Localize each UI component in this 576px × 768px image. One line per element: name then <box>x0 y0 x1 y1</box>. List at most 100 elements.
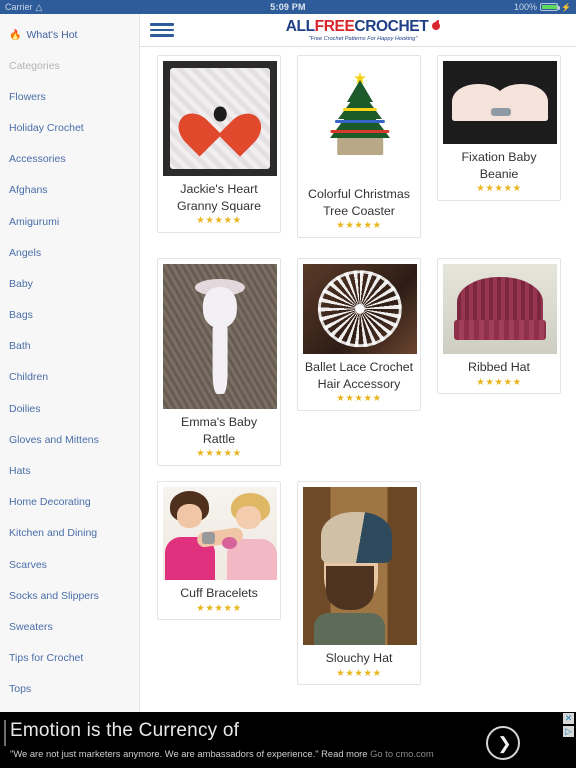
sidebar-item-doilies[interactable]: Doilies <box>0 393 139 424</box>
status-bar: Carrier △ 5:09 PM 100% ⚡ <box>0 0 576 14</box>
red-apple-dot-icon <box>432 21 441 30</box>
ad-banner[interactable]: Emotion is the Currency of "We are not j… <box>0 712 576 768</box>
flame-icon: 🔥 <box>9 29 22 41</box>
app-header: ALLFREECROCHET "Free Crochet Patterns Fo… <box>140 14 576 47</box>
sidebar-item-label: Holiday Crochet <box>9 121 84 134</box>
sidebar-item-label: Sweaters <box>9 620 53 633</box>
sidebar-item-accessories[interactable]: Accessories <box>0 144 139 175</box>
pattern-image[interactable] <box>163 487 277 580</box>
sidebar-item-holiday-crochet[interactable]: Holiday Crochet <box>0 112 139 143</box>
pattern-image[interactable] <box>303 61 417 181</box>
site-logo[interactable]: ALLFREECROCHET "Free Crochet Patterns Fo… <box>184 17 542 42</box>
sidebar-item-label: Bags <box>9 309 33 322</box>
sidebar-item-kitchen-and-dining[interactable]: Kitchen and Dining <box>0 518 139 549</box>
ad-subtitle: "We are not just marketers anymore. We a… <box>10 748 434 759</box>
sidebar-item-children[interactable]: Children <box>0 362 139 393</box>
ad-accent-bar <box>4 720 6 746</box>
status-bar-right: 100% ⚡ <box>306 2 571 12</box>
sidebar-item-label: Accessories <box>9 153 66 166</box>
pattern-image[interactable] <box>443 61 557 144</box>
pattern-grid-scroll-area[interactable]: Jackie's Heart Granny Square ★★★★★ Colorfu… <box>140 47 576 712</box>
sidebar-item-amigurumi[interactable]: Amigurumi <box>0 206 139 237</box>
sidebar-item-tops[interactable]: Tops <box>0 674 139 705</box>
sidebar-item-gloves-and-mittens[interactable]: Gloves and Mittens <box>0 424 139 455</box>
pattern-card[interactable]: Slouchy Hat ★★★★★ <box>297 481 421 685</box>
pattern-title: Colorful Christmas Tree Coaster <box>308 187 410 218</box>
sidebar-item-bags[interactable]: Bags <box>0 300 139 331</box>
chevron-right-circle-icon[interactable]: ❯ <box>486 726 520 760</box>
rating-stars: ★★★★★ <box>196 602 242 614</box>
sidebar-item-hats[interactable]: Hats <box>0 455 139 486</box>
sidebar-item-socks-and-slippers[interactable]: Socks and Slippers <box>0 580 139 611</box>
sidebar-item-label: What's Hot <box>26 29 78 41</box>
pattern-title: Ballet Lace Crochet Hair Accessory <box>304 360 414 391</box>
pattern-title: Jackie's Heart Granny Square <box>176 182 262 213</box>
rating-stars: ★★★★★ <box>336 393 382 404</box>
pattern-title: Slouchy Hat <box>325 651 393 665</box>
sidebar-item-label: Bath <box>9 340 31 353</box>
pattern-image[interactable] <box>163 264 277 409</box>
sidebar-item-label: Kitchen and Dining <box>9 527 98 540</box>
sidebar-item-label: Gloves and Mittens <box>9 433 99 446</box>
pattern-card[interactable]: Ballet Lace Crochet Hair Accessory ★★★★★ <box>297 258 421 411</box>
sidebar-item-sweaters[interactable]: Sweaters <box>0 611 139 642</box>
logo-part-all: ALL <box>285 17 315 35</box>
rating-stars: ★★★★★ <box>336 220 382 231</box>
sidebar-item-label: Afghans <box>9 184 48 197</box>
sidebar-item-label: Angels <box>9 246 42 259</box>
charging-bolt-icon: ⚡ <box>561 2 572 12</box>
pattern-image[interactable] <box>303 264 417 354</box>
sidebar-item-afghans[interactable]: Afghans <box>0 175 139 206</box>
pattern-title: Ribbed Hat <box>468 360 530 374</box>
sidebar-item-label: Scarves <box>9 558 47 571</box>
status-bar-left: Carrier △ <box>5 2 270 12</box>
pattern-image[interactable] <box>303 487 417 645</box>
wifi-icon: △ <box>35 1 43 12</box>
sidebar-item-home-decorating[interactable]: Home Decorating <box>0 487 139 518</box>
sidebar-item-label: Doilies <box>9 402 41 415</box>
sidebar-item-label: Hats <box>9 465 31 478</box>
hamburger-menu-icon[interactable] <box>150 23 184 37</box>
pattern-card[interactable]: Jackie's Heart Granny Square ★★★★★ <box>157 55 281 233</box>
sidebar[interactable]: 🔥 What's Hot Categories Flowers Holiday C… <box>0 14 140 712</box>
adchoices-icon[interactable]: ▷ <box>563 726 574 737</box>
sidebar-item-label: Home Decorating <box>9 496 91 509</box>
sidebar-item-bath[interactable]: Bath <box>0 331 139 362</box>
sidebar-item-angels[interactable]: Angels <box>0 237 139 268</box>
sidebar-item-list: Flowers Holiday Crochet Accessories Afghans… <box>0 81 139 705</box>
pattern-card[interactable]: Ribbed Hat ★★★★★ <box>437 258 561 394</box>
pattern-title: Emma's Baby Rattle <box>180 415 258 446</box>
sidebar-item-scarves[interactable]: Scarves <box>0 549 139 580</box>
rating-stars: ★★★★★ <box>196 215 242 226</box>
sidebar-item-label: Tips for Crochet <box>9 652 84 665</box>
close-icon[interactable]: ✕ <box>563 713 574 724</box>
pattern-title: Cuff Bracelets <box>180 586 258 600</box>
sidebar-item-baby[interactable]: Baby <box>0 268 139 299</box>
carrier-label: Carrier <box>5 2 33 12</box>
ad-link-text[interactable]: Go to cmo.com <box>370 748 434 759</box>
rating-stars: ★★★★★ <box>476 376 522 388</box>
pattern-card[interactable]: Fixation Baby Beanie ★★★★★ <box>437 55 561 201</box>
sidebar-item-label: Tops <box>9 683 32 696</box>
logo-part-crochet: CROCHET <box>354 17 429 35</box>
logo-part-free: FREE <box>314 17 355 35</box>
pattern-image[interactable] <box>163 61 277 176</box>
rating-stars: ★★★★★ <box>196 448 242 459</box>
sidebar-item-whats-hot[interactable]: 🔥 What's Hot <box>0 20 139 50</box>
battery-full-icon <box>540 3 561 11</box>
pattern-card[interactable]: Emma's Baby Rattle ★★★★★ <box>157 258 281 466</box>
logo-wordmark: ALLFREECROCHET <box>285 17 441 35</box>
sidebar-categories-heading: Categories <box>9 59 60 72</box>
pattern-card[interactable]: Cuff Bracelets ★★★★★ <box>157 481 281 620</box>
rating-stars: ★★★★★ <box>476 183 522 194</box>
sidebar-item-flowers[interactable]: Flowers <box>0 81 139 112</box>
status-bar-time: 5:09 PM <box>270 2 306 12</box>
sidebar-item-tips-for-crochet[interactable]: Tips for Crochet <box>0 643 139 674</box>
ad-title: Emotion is the Currency of <box>10 720 240 741</box>
sidebar-item-label: Children <box>9 371 49 384</box>
pattern-title: Fixation Baby Beanie <box>461 150 537 181</box>
pattern-card[interactable]: Colorful Christmas Tree Coaster ★★★★★ <box>297 55 421 238</box>
rating-stars: ★★★★★ <box>336 667 382 679</box>
pattern-image[interactable] <box>443 264 557 354</box>
ad-content[interactable]: Emotion is the Currency of "We are not j… <box>0 716 576 768</box>
